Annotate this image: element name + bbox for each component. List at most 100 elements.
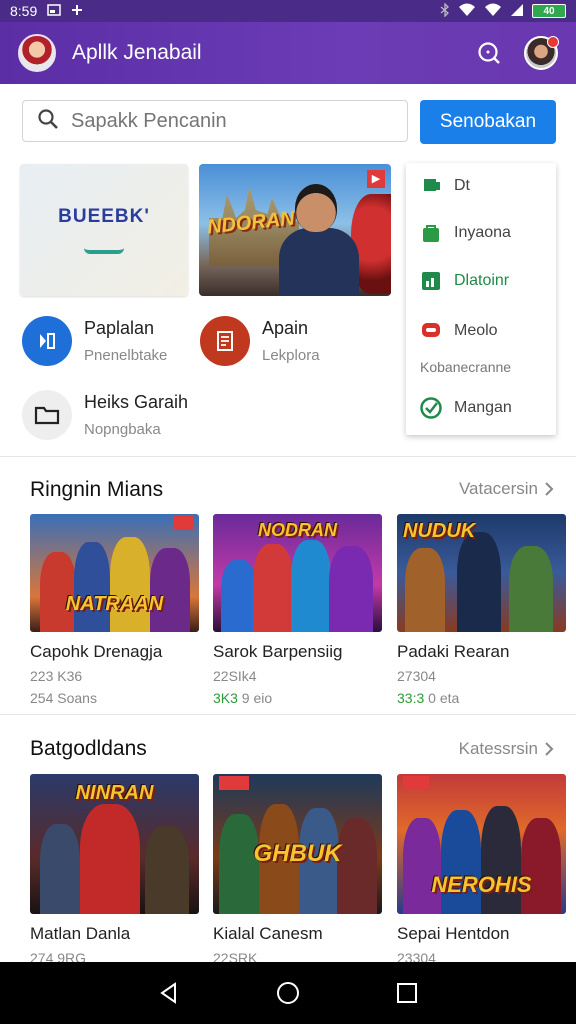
search-input[interactable] xyxy=(71,109,371,133)
see-all-label: Katessrsin xyxy=(458,739,538,758)
game-thumbnail: NATRAAN xyxy=(30,514,199,632)
recents-icon[interactable] xyxy=(387,973,427,1013)
game-card[interactable]: NEROHIS Sepai Hentdon 23304 xyxy=(397,774,566,966)
menu-item-label: Dlatoinr xyxy=(454,272,510,289)
back-icon[interactable] xyxy=(149,973,189,1013)
menu-item-label: Meolo xyxy=(454,322,498,339)
card-title: Sepai Hentdon xyxy=(397,924,510,943)
game-thumbnail: NINRAN xyxy=(30,774,199,914)
home-icon[interactable] xyxy=(268,973,308,1013)
card-title: Kialal Canesm xyxy=(213,924,323,943)
bag-icon xyxy=(418,220,444,246)
app-avatar[interactable] xyxy=(18,34,56,72)
magnifier-icon xyxy=(37,108,59,135)
card-title: Padaki Rearan xyxy=(397,642,510,661)
section-title: Ringnin Mians xyxy=(30,478,164,501)
divider xyxy=(0,714,576,715)
shortcut-heiks-garaih[interactable]: Heiks Garaih Nopngbaka xyxy=(22,390,188,440)
menu-item-inyaona[interactable]: Inyaona xyxy=(418,220,511,246)
game-thumbnail: NUDUK xyxy=(397,514,566,632)
card-title: Sarok Barpensiig xyxy=(213,642,343,661)
notification-dot xyxy=(547,36,559,48)
card-meta-secondary: 3K3 9 eio xyxy=(213,690,273,706)
game-logo: NODRAN xyxy=(258,520,337,540)
see-all-label: Vatacersin xyxy=(458,479,538,498)
shortcut-subtitle: Pnenelbtake xyxy=(84,347,168,364)
promo-banner-1[interactable]: BUEEBK' xyxy=(20,164,188,296)
corner-tag xyxy=(173,516,193,530)
document-icon xyxy=(200,316,250,366)
game-card[interactable]: GHBUK Kialal Canesm 22SRK xyxy=(213,774,382,966)
menu-subtext: Kobanecranne xyxy=(420,359,512,375)
shortcut-title: Apain xyxy=(262,318,309,338)
menu-item-label: Dt xyxy=(454,177,470,194)
chevron-right-icon xyxy=(545,742,554,756)
card-title: Capohk Drenagja xyxy=(30,642,163,661)
status-time: 8:59 xyxy=(10,3,38,19)
card-meta: 22SIk4 xyxy=(213,668,257,684)
profile-avatar[interactable] xyxy=(524,36,559,70)
menu-item-label: Mangan xyxy=(454,399,512,416)
app-bar: Apllk Jenabail xyxy=(0,22,576,84)
game-thumbnail: GHBUK xyxy=(213,774,382,914)
search-row: Senobakan xyxy=(22,100,556,144)
check-circle-icon xyxy=(418,395,444,421)
game-logo: NEROHIS xyxy=(431,872,532,897)
corner-tag xyxy=(403,776,429,790)
see-all-link[interactable]: Vatacersin xyxy=(459,479,554,499)
shortcut-paplalan[interactable]: Paplalan Pnenelbtake xyxy=(22,316,167,366)
card-title: Matlan Danla xyxy=(30,924,131,943)
shortcut-title: Heiks Garaih xyxy=(84,392,189,412)
folder-icon xyxy=(22,390,72,440)
divider xyxy=(0,456,576,457)
see-all-link[interactable]: Katessrsin xyxy=(459,739,554,759)
menu-item-meolo[interactable]: Meolo xyxy=(418,318,498,344)
search-button[interactable]: Senobakan xyxy=(420,100,556,144)
status-bar: 8:59 40 xyxy=(0,0,576,22)
banner-title: BUEEBK' xyxy=(58,206,150,227)
chevron-right-icon xyxy=(545,482,554,496)
signal-icon xyxy=(510,3,524,20)
menu-item-mangan[interactable]: Mangan xyxy=(418,395,512,421)
play-icon xyxy=(22,316,72,366)
game-thumbnail: NEROHIS xyxy=(397,774,566,914)
section-title: Batgodldans xyxy=(30,737,147,760)
shortcut-subtitle: Lekplora xyxy=(262,347,320,364)
plus-icon xyxy=(71,3,83,19)
game-card[interactable]: NATRAAN Capohk Drenagja 223 K36 254 Soan… xyxy=(30,514,199,706)
game-logo: NINRAN xyxy=(75,782,154,804)
card-meta: 223 K36 xyxy=(30,668,83,684)
banner-logo-mark xyxy=(84,244,124,254)
card-meta: 27304 xyxy=(397,668,436,684)
wifi-secondary-icon xyxy=(484,3,502,20)
card-meta-secondary: 33:3 0 eta xyxy=(397,690,460,706)
game-logo: NUDUK xyxy=(403,520,476,542)
shortcut-apain[interactable]: Apain Lekplora xyxy=(200,316,320,366)
screenshot-icon xyxy=(47,3,61,19)
search-icon[interactable] xyxy=(476,40,502,66)
menu-item-dt[interactable]: Dt xyxy=(418,173,470,199)
bookmark-flag-icon xyxy=(418,173,444,199)
game-thumbnail: NODRAN xyxy=(213,514,382,632)
shortcut-subtitle: Nopngbaka xyxy=(84,421,161,438)
app-title: Apllk Jenabail xyxy=(72,41,202,64)
search-field[interactable] xyxy=(22,100,408,142)
game-logo: NATRAAN xyxy=(65,593,164,615)
system-nav-bar xyxy=(0,962,576,1024)
chat-icon xyxy=(418,318,444,344)
menu-item-label: Inyaona xyxy=(454,224,511,241)
game-card[interactable]: NODRAN Sarok Barpensiig 22SIk4 3K3 9 eio xyxy=(213,514,382,706)
corner-tag xyxy=(219,776,249,790)
game-card[interactable]: NINRAN Matlan Danla 274 9RG xyxy=(30,774,199,966)
banner-character-illustration xyxy=(279,176,359,296)
game-card[interactable]: NUDUK Padaki Rearan 27304 33:3 0 eta xyxy=(397,514,566,706)
wifi-icon xyxy=(458,3,476,20)
card-meta-secondary: 254 Soans xyxy=(30,690,97,706)
menu-item-dlatoinr[interactable]: Dlatoinr xyxy=(418,268,509,294)
promo-banner-2[interactable]: NDORAN ▶ xyxy=(199,164,391,296)
dropdown-menu: Dt Inyaona Dlatoinr Meolo Kobanecranne M… xyxy=(406,163,556,435)
game-logo: GHBUK xyxy=(253,840,342,867)
battery-icon: 40 xyxy=(532,4,566,18)
shortcut-title: Paplalan xyxy=(84,318,155,338)
chart-icon xyxy=(418,268,444,294)
